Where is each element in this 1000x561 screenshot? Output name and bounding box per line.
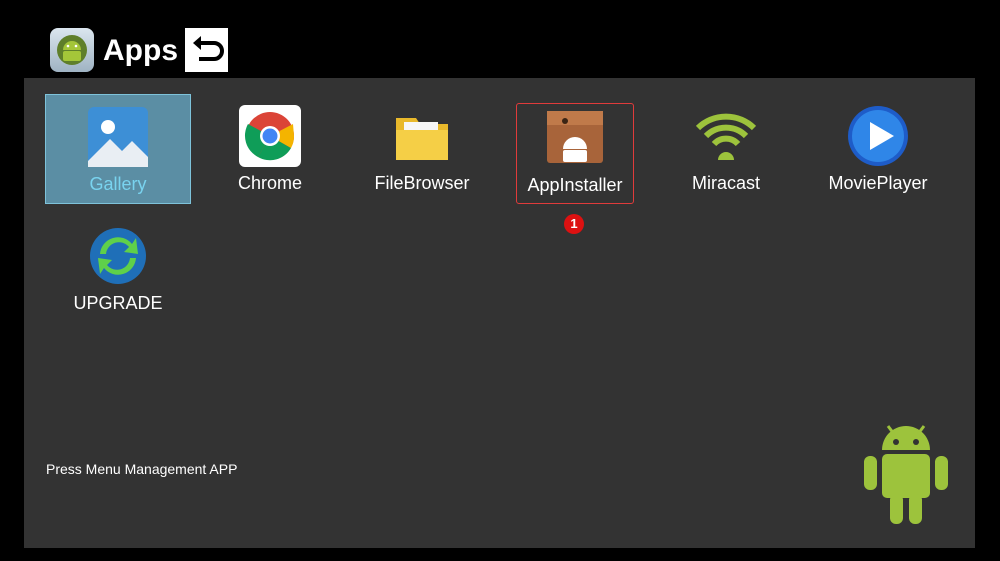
app-tile-upgrade[interactable]: UPGRADE	[45, 214, 191, 324]
movie-player-icon	[846, 104, 910, 168]
back-arrow-icon	[193, 36, 224, 61]
footer-hint: Press Menu Management APP	[46, 461, 238, 477]
notification-badge: 1	[564, 214, 584, 234]
chrome-icon	[238, 104, 302, 168]
app-tile-appinstaller[interactable]: AppInstaller	[516, 103, 634, 204]
app-tile-chrome[interactable]: Chrome	[197, 94, 343, 204]
app-label: Miracast	[691, 173, 760, 193]
app-tile-filebrowser[interactable]: FileBrowser	[349, 94, 495, 204]
android-mascot-icon	[858, 420, 954, 528]
app-tile-miracast[interactable]: Miracast	[653, 94, 799, 204]
android-icon	[50, 28, 94, 72]
app-label: UPGRADE	[73, 293, 163, 313]
folder-icon	[390, 104, 454, 168]
app-tile-gallery[interactable]: Gallery	[45, 94, 191, 204]
app-label: AppInstaller	[527, 175, 623, 195]
app-label: Gallery	[89, 174, 147, 194]
launcher-screen: Apps Gallery Chrome FileBrowser AppInsta…	[0, 0, 1000, 561]
app-label: Chrome	[237, 173, 303, 193]
upgrade-icon	[86, 224, 150, 288]
gallery-icon	[86, 105, 150, 169]
page-title: Apps	[103, 34, 178, 67]
app-installer-icon	[543, 105, 607, 169]
back-button[interactable]	[185, 28, 228, 72]
app-tile-movieplayer[interactable]: MoviePlayer	[805, 94, 951, 204]
app-label: FileBrowser	[374, 173, 470, 193]
miracast-icon	[694, 104, 758, 168]
app-label: MoviePlayer	[828, 173, 928, 193]
